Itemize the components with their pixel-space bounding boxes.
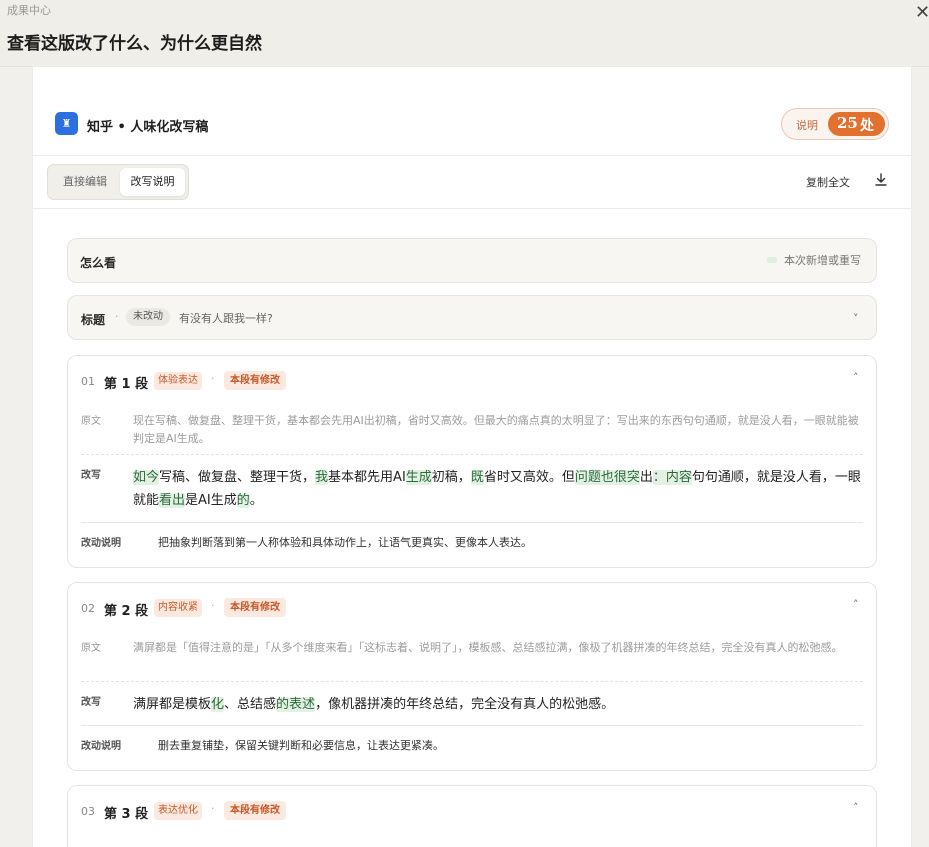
breadcrumb[interactable]: 成果中心: [7, 2, 51, 18]
zhihu-logo-icon: ♜: [55, 112, 78, 135]
notes-count-button[interactable]: 说明 25 处: [781, 108, 889, 140]
unchanged-segment: 写稿、做复盘、整理干货，: [159, 470, 316, 485]
modified-badge: 本段有修改: [224, 598, 286, 617]
notes-unit: 处: [860, 118, 874, 134]
rewritten-segment: 的: [236, 493, 250, 508]
rewrite-label: 改写: [81, 697, 101, 708]
unchanged-segment: 满屏都是模板: [133, 697, 212, 712]
unchanged-segment: 省时又高效。但: [483, 470, 575, 485]
reason-row: 改动说明 删去重复铺垫，保留关键判断和必要信息，让表达更紧凑。: [81, 737, 863, 755]
reason-text: 把抽象判断落到第一人称体验和具体动作上，让语气更真实、更像本人表达。: [158, 536, 532, 549]
paragraph-number: 01: [81, 375, 95, 388]
rewritten-segment: 化: [211, 697, 225, 712]
rewritten-segment: 既: [470, 470, 484, 485]
original-label: 原文: [81, 643, 101, 654]
reason-label: 改动说明: [81, 741, 121, 752]
modified-badge: 本段有修改: [224, 371, 286, 390]
toolbar: 直接编辑 改写说明 复制全文: [33, 156, 911, 209]
title-value: 有没有人跟我一样?: [179, 312, 273, 325]
mode-switch: 直接编辑 改写说明: [47, 164, 189, 200]
paragraph-type-tag: 体验表达: [154, 372, 202, 390]
download-icon[interactable]: [873, 171, 889, 189]
rewritten-segment: 问题也很突: [574, 470, 640, 485]
original-text: 现在写稿、做复盘、整理干货，基本都会先用AI出初稿，省时又高效。但最大的痛点真的…: [133, 414, 859, 445]
notes-count: 25: [837, 114, 858, 132]
rewrite-text: 如今写稿、做复盘、整理干货，我基本都先用AI生成初稿，既省时又高效。但问题也很突…: [133, 466, 863, 512]
chevron-up-icon[interactable]: ˄: [853, 371, 859, 384]
paragraph-header[interactable]: 01 第 1 段 体验表达 · 本段有修改 ˄: [68, 356, 876, 400]
paragraph-type-tag: 表达优化: [154, 802, 202, 820]
rewrite-text: 满屏都是模板化、总结感的表述，像机器拼凑的年终总结，完全没有真人的松弛感。: [133, 693, 863, 716]
paragraph-type-tag: 内容收紧: [154, 599, 202, 617]
unchanged-segment: ，像机器拼凑的年终总结，完全没有真人的松弛感。: [315, 697, 615, 712]
document-sheet: ♜ 知乎 • 人味化改写稿 说明 25 处 直接编辑 改写说明 复制全文 怎么看…: [33, 67, 911, 847]
separator-dot: ·: [115, 310, 119, 323]
separator-dot: ·: [211, 802, 215, 815]
modified-badge: 本段有修改: [224, 801, 286, 820]
tab-direct-edit[interactable]: 直接编辑: [51, 168, 119, 196]
unchanged-badge: 未改动: [126, 308, 170, 326]
document-title: 知乎 • 人味化改写稿: [87, 120, 209, 135]
unchanged-segment: 是AI生成: [185, 493, 237, 508]
rewritten-segment: 的表述: [276, 697, 316, 712]
rewritten-segment: 生成: [405, 470, 432, 485]
separator-dot: ·: [211, 599, 215, 612]
rewrite-label: 改写: [81, 470, 101, 481]
paragraph-card: 02 第 2 段 内容收紧 · 本段有修改 ˄ 原文 满屏都是「值得注意的是」「…: [67, 582, 877, 771]
rewrite-row: 改写 如今写稿、做复盘、整理干货，我基本都先用AI生成初稿，既省时又高效。但问题…: [81, 466, 863, 523]
original-text: 满屏都是「值得注意的是」「从多个维度来看」「这标志着、说明了」，模板感、总结感拉…: [133, 641, 843, 654]
top-header: 成果中心 查看这版改了什么、为什么更自然 ✕: [0, 0, 929, 67]
rewritten-segment: 看出: [159, 493, 186, 508]
tab-rewrite-explanation[interactable]: 改写说明: [120, 168, 185, 196]
paragraph-number: 02: [81, 602, 95, 615]
rewrite-row: 改写 满屏都是模板化、总结感的表述，像机器拼凑的年终总结，完全没有真人的松弛感。: [81, 693, 863, 726]
legend-swatch: [767, 257, 777, 263]
chevron-up-icon[interactable]: ˄: [853, 801, 859, 814]
how-to-read-title: 怎么看: [80, 256, 117, 270]
document-header: ♜ 知乎 • 人味化改写稿 说明 25 处: [33, 67, 911, 156]
paragraph-name: 第 3 段: [104, 807, 149, 822]
chevron-up-icon[interactable]: ˄: [853, 598, 859, 611]
paragraph-header[interactable]: 02 第 2 段 内容收紧 · 本段有修改 ˄: [68, 583, 876, 627]
paragraph-name: 第 2 段: [104, 604, 149, 619]
paragraph-name: 第 1 段: [104, 377, 149, 392]
reason-label: 改动说明: [81, 538, 121, 549]
unchanged-segment: 初稿，: [431, 470, 471, 485]
close-icon[interactable]: ✕: [915, 4, 929, 22]
unchanged-segment: 出: [639, 470, 653, 485]
paragraph-header[interactable]: 03 第 3 段 表达优化 · 本段有修改 ˄: [68, 786, 876, 830]
original-label: 原文: [81, 416, 101, 427]
how-to-read-panel: 怎么看 本次新增或重写: [67, 238, 877, 283]
copy-all-button[interactable]: 复制全文: [806, 174, 850, 190]
paragraph-card: 03 第 3 段 表达优化 · 本段有修改 ˄: [67, 785, 877, 847]
unchanged-segment: 、总结感: [224, 697, 277, 712]
page-title: 查看这版改了什么、为什么更自然: [7, 34, 262, 54]
legend-label: 本次新增或重写: [784, 254, 861, 267]
reason-text: 删去重复铺垫，保留关键判断和必要信息，让表达更紧凑。: [158, 739, 444, 752]
notes-count-badge: 25 处: [828, 112, 885, 136]
chevron-down-icon[interactable]: ˅: [853, 312, 859, 325]
unchanged-segment: 基本都先用AI: [328, 470, 406, 485]
notes-label: 说明: [796, 119, 818, 132]
reason-row: 改动说明 把抽象判断落到第一人称体验和具体动作上，让语气更真实、更像本人表达。: [81, 534, 863, 552]
title-section[interactable]: 标题 · 未改动 有没有人跟我一样? ˅: [67, 295, 877, 340]
original-row: 原文 现在写稿、做复盘、整理干货，基本都会先用AI出初稿，省时又高效。但最大的痛…: [81, 412, 863, 455]
unchanged-segment: 。: [249, 493, 263, 508]
paragraph-number: 03: [81, 805, 95, 818]
rewritten-segment: ：内容: [652, 470, 692, 485]
original-row: 原文 满屏都是「值得注意的是」「从多个维度来看」「这标志着、说明了」，模板感、总…: [81, 639, 863, 682]
rewritten-segment: 如今: [133, 470, 160, 485]
title-section-label: 标题: [81, 313, 106, 327]
separator-dot: ·: [211, 372, 215, 385]
paragraph-card: 01 第 1 段 体验表达 · 本段有修改 ˄ 原文 现在写稿、做复盘、整理干货…: [67, 355, 877, 568]
rewritten-segment: 我: [315, 470, 329, 485]
